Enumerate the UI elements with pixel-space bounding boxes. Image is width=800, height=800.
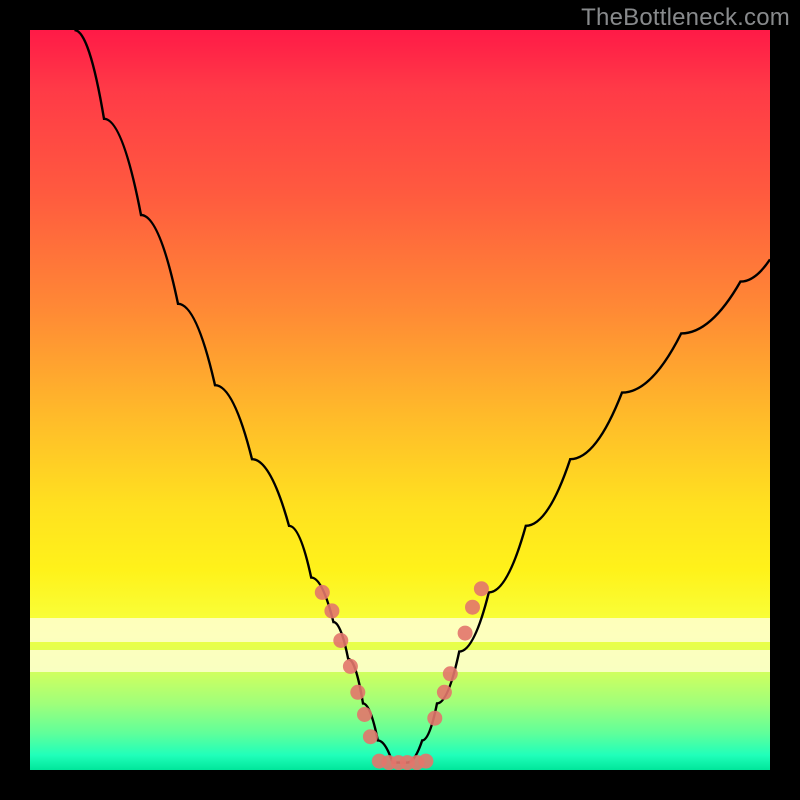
data-point xyxy=(343,659,358,674)
data-point xyxy=(474,581,489,596)
data-point xyxy=(443,666,458,681)
curve-layer xyxy=(30,30,770,770)
data-point xyxy=(315,585,330,600)
data-point xyxy=(437,685,452,700)
data-point xyxy=(357,707,372,722)
chart-frame: TheBottleneck.com xyxy=(0,0,800,800)
data-point xyxy=(363,729,378,744)
data-point xyxy=(427,711,442,726)
data-point xyxy=(418,754,433,769)
data-point xyxy=(324,603,339,618)
data-point xyxy=(333,633,348,648)
scatter-left-arm xyxy=(315,585,378,744)
bottleneck-curve xyxy=(74,30,770,763)
data-point xyxy=(465,600,480,615)
data-point xyxy=(458,626,473,641)
plot-area xyxy=(30,30,770,770)
scatter-floor xyxy=(372,754,434,770)
watermark-text: TheBottleneck.com xyxy=(581,4,790,32)
data-point xyxy=(350,685,365,700)
